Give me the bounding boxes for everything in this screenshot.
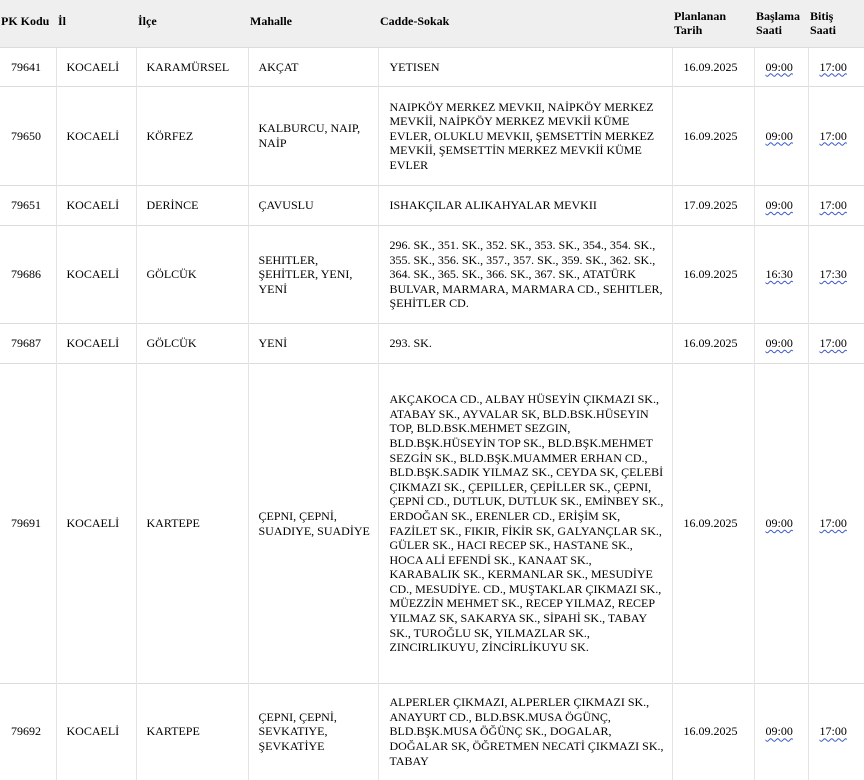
cell-ilce: KARTEPE bbox=[135, 363, 248, 684]
cell-tarih: 16.09.2025 bbox=[671, 323, 754, 364]
cell-mahalle: ÇAVUSLU bbox=[247, 185, 378, 226]
cell-bitis: 17:00 bbox=[807, 47, 864, 87]
cell-baslama: 09:00 bbox=[753, 363, 808, 684]
bitis-time: 17:00 bbox=[819, 198, 847, 213]
cell-bitis: 17:00 bbox=[807, 86, 864, 186]
cell-il: KOCAELİ bbox=[55, 47, 136, 87]
cell-ilce: KARAMÜRSEL bbox=[135, 47, 248, 87]
bitis-time: 17:00 bbox=[819, 724, 847, 739]
baslama-time: 16:30 bbox=[765, 267, 793, 282]
header-tarih-line1: Planlanan bbox=[674, 9, 727, 23]
table-body: 79641 KOCAELİ KARAMÜRSEL AKÇAT YETISEN 1… bbox=[0, 47, 864, 780]
cell-bitis: 17:00 bbox=[807, 363, 864, 684]
cell-cadde: 293. SK. bbox=[377, 323, 672, 364]
cell-baslama: 16:30 bbox=[753, 225, 808, 324]
bitis-time: 17:30 bbox=[819, 267, 847, 282]
cell-pk: 79686 bbox=[0, 225, 56, 324]
cell-cadde: ISHAKÇILAR ALIKAHYALAR MEVKII bbox=[377, 185, 672, 226]
outage-table: PK Kodu İl İlçe Mahalle Cadde-Sokak Plan… bbox=[0, 0, 864, 780]
cell-bitis: 17:30 bbox=[807, 225, 864, 324]
cell-cadde: AKÇAKOCA CD., ALBAY HÜSEYİN ÇIKMAZI SK.,… bbox=[377, 363, 672, 684]
cell-baslama: 09:00 bbox=[753, 683, 808, 780]
cell-mahalle: ÇEPNI, ÇEPNİ, SUADIYE, SUADİYE bbox=[247, 363, 378, 684]
cell-cadde: NAIPKÖY MERKEZ MEVKII, NAİPKÖY MERKEZ ME… bbox=[377, 86, 672, 186]
table-header: PK Kodu İl İlçe Mahalle Cadde-Sokak Plan… bbox=[0, 0, 864, 48]
table-row: 79691 KOCAELİ KARTEPE ÇEPNI, ÇEPNİ, SUAD… bbox=[0, 363, 864, 684]
baslama-time: 09:00 bbox=[765, 724, 793, 739]
baslama-time: 09:00 bbox=[765, 128, 793, 143]
bitis-time: 17:00 bbox=[819, 516, 847, 531]
cell-baslama: 09:00 bbox=[753, 47, 808, 87]
cell-tarih: 16.09.2025 bbox=[671, 86, 754, 186]
header-il: İl bbox=[56, 0, 136, 48]
header-ilce: İlçe bbox=[136, 0, 248, 48]
cell-mahalle: SEHITLER, ŞEHİTLER, YENI, YENİ bbox=[247, 225, 378, 324]
cell-baslama: 09:00 bbox=[753, 86, 808, 186]
cell-pk: 79692 bbox=[0, 683, 56, 780]
header-baslama: Başlama Saati bbox=[754, 0, 808, 48]
cell-il: KOCAELİ bbox=[55, 683, 136, 780]
cell-il: KOCAELİ bbox=[55, 86, 136, 186]
header-bitis: Bitiş Saati bbox=[808, 0, 864, 48]
header-pk: PK Kodu bbox=[0, 0, 56, 48]
cell-tarih: 17.09.2025 bbox=[671, 185, 754, 226]
table-row: 79686 KOCAELİ GÖLCÜK SEHITLER, ŞEHİTLER,… bbox=[0, 225, 864, 324]
header-baslama-line1: Başlama bbox=[756, 9, 801, 23]
cell-ilce: GÖLCÜK bbox=[135, 225, 248, 324]
table-row: 79641 KOCAELİ KARAMÜRSEL AKÇAT YETISEN 1… bbox=[0, 47, 864, 87]
cell-baslama: 09:00 bbox=[753, 185, 808, 226]
cell-cadde: 296. SK., 351. SK., 352. SK., 353. SK., … bbox=[377, 225, 672, 324]
bitis-time: 17:00 bbox=[819, 128, 847, 143]
cell-pk: 79691 bbox=[0, 363, 56, 684]
header-tarih: Planlanan Tarih bbox=[672, 0, 754, 48]
cell-pk: 79650 bbox=[0, 86, 56, 186]
baslama-time: 09:00 bbox=[765, 198, 793, 213]
header-mahalle: Mahalle bbox=[248, 0, 378, 48]
cell-tarih: 16.09.2025 bbox=[671, 47, 754, 87]
cell-mahalle: KALBURCU, NAIP, NAİP bbox=[247, 86, 378, 186]
header-tarih-line2: Tarih bbox=[674, 23, 703, 37]
cell-bitis: 17:00 bbox=[807, 185, 864, 226]
table-row: 79650 KOCAELİ KÖRFEZ KALBURCU, NAIP, NAİ… bbox=[0, 86, 864, 186]
cell-mahalle: YENİ bbox=[247, 323, 378, 364]
cell-bitis: 17:00 bbox=[807, 323, 864, 364]
cell-bitis: 17:00 bbox=[807, 683, 864, 780]
cell-mahalle: ÇEPNI, ÇEPNİ, SEVKATIYE, ŞEVKATİYE bbox=[247, 683, 378, 780]
baslama-time: 09:00 bbox=[765, 336, 793, 351]
cell-pk: 79651 bbox=[0, 185, 56, 226]
cell-il: KOCAELİ bbox=[55, 225, 136, 324]
cell-cadde: YETISEN bbox=[377, 47, 672, 87]
header-cadde: Cadde-Sokak bbox=[378, 0, 672, 48]
table-row: 79651 KOCAELİ DERİNCE ÇAVUSLU ISHAKÇILAR… bbox=[0, 185, 864, 226]
header-baslama-line2: Saati bbox=[756, 23, 783, 37]
cell-ilce: KÖRFEZ bbox=[135, 86, 248, 186]
cell-baslama: 09:00 bbox=[753, 323, 808, 364]
cell-ilce: DERİNCE bbox=[135, 185, 248, 226]
table-row: 79692 KOCAELİ KARTEPE ÇEPNI, ÇEPNİ, SEVK… bbox=[0, 683, 864, 780]
cell-ilce: GÖLCÜK bbox=[135, 323, 248, 364]
cell-il: KOCAELİ bbox=[55, 363, 136, 684]
baslama-time: 09:00 bbox=[765, 59, 793, 74]
header-bitis-line1: Bitiş bbox=[810, 9, 834, 23]
cell-pk: 79641 bbox=[0, 47, 56, 87]
cell-ilce: KARTEPE bbox=[135, 683, 248, 780]
header-bitis-line2: Saati bbox=[810, 23, 837, 37]
cell-tarih: 16.09.2025 bbox=[671, 225, 754, 324]
baslama-time: 09:00 bbox=[765, 516, 793, 531]
bitis-time: 17:00 bbox=[819, 336, 847, 351]
cell-pk: 79687 bbox=[0, 323, 56, 364]
cell-il: KOCAELİ bbox=[55, 323, 136, 364]
table-row: 79687 KOCAELİ GÖLCÜK YENİ 293. SK. 16.09… bbox=[0, 323, 864, 364]
cell-mahalle: AKÇAT bbox=[247, 47, 378, 87]
cell-cadde: ALPERLER ÇIKMAZI, ALPERLER ÇIKMAZI SK., … bbox=[377, 683, 672, 780]
cell-il: KOCAELİ bbox=[55, 185, 136, 226]
bitis-time: 17:00 bbox=[819, 59, 847, 74]
cell-tarih: 16.09.2025 bbox=[671, 363, 754, 684]
cell-tarih: 16.09.2025 bbox=[671, 683, 754, 780]
